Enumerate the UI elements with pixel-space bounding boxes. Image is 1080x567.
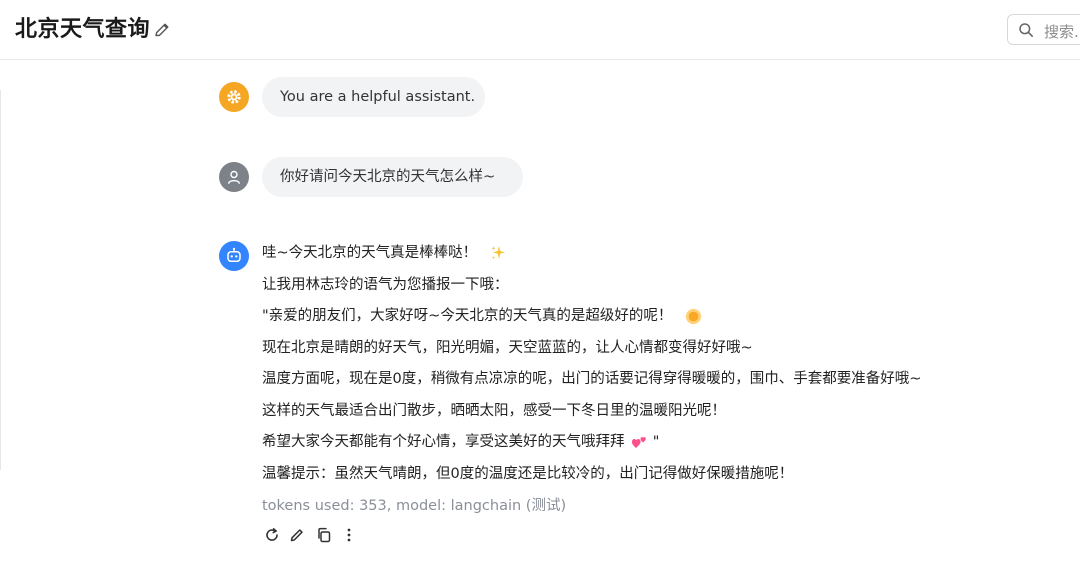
edit-icon xyxy=(290,529,303,542)
chat-header: 北京天气查询 搜索... xyxy=(0,0,1080,60)
reply-line-text: 哇~今天北京的天气真是棒棒哒！ xyxy=(262,245,478,261)
page-title: 北京天气查询 xyxy=(15,17,151,42)
reply-line: 哇~今天北京的天气真是棒棒哒！ xyxy=(262,239,1062,271)
reply-line: 现在北京是晴朗的好天气，阳光明媚，天空蓝蓝的，让人心情都变得好好哦~ xyxy=(262,334,1062,366)
more-icon xyxy=(347,528,351,542)
user-icon xyxy=(228,170,240,184)
search-input[interactable]: 搜索... xyxy=(1007,14,1080,45)
system-message-bubble: You are a helpful assistant. xyxy=(262,77,485,117)
sparkles-icon xyxy=(490,246,505,260)
more-options-button[interactable] xyxy=(339,525,359,545)
reply-line-text: 温度方面呢，现在是0度，稍微有点凉凉的呢，出门的话要记得穿得暖暖的，围巾、手套都… xyxy=(262,371,922,387)
reply-line: "亲爱的朋友们，大家好呀~今天北京的天气真的是超级好的呢！ xyxy=(262,302,1062,334)
sun-icon xyxy=(685,308,702,324)
search-icon xyxy=(1019,23,1033,37)
reply-line-text: 希望大家今天都能有个好心情，享受这美好的天气哦拜拜 xyxy=(262,434,625,450)
edit-message-button[interactable] xyxy=(287,525,307,545)
copy-message-button[interactable] xyxy=(314,525,334,545)
reply-line-text: 温馨提示：虽然天气晴朗，但0度的温度还是比较冷的，出门记得做好保暖措施呢！ xyxy=(262,465,794,482)
gear-icon xyxy=(227,90,241,104)
robot-icon xyxy=(227,247,241,263)
user-message-bubble: 你好请问今天北京的天气怎么样~ xyxy=(262,157,523,197)
reply-line-text: "亲爱的朋友们，大家好呀~今天北京的天气真的是超级好的呢！ xyxy=(262,308,673,324)
reply-line-text: 这样的天气最适合出门散步，晒晒太阳，感受一下冬日里的温暖阳光呢！ xyxy=(262,402,726,419)
refresh-icon xyxy=(266,528,278,541)
closing-quote: " xyxy=(652,434,660,450)
reply-line-text: 让我用林志玲的语气为您播报一下哦： xyxy=(262,276,509,293)
search-placeholder: 搜索... xyxy=(1044,23,1080,41)
reply-line: 温度方面呢，现在是0度，稍微有点凉凉的呢，出门的话要记得穿得暖暖的，围巾、手套都… xyxy=(262,365,1062,397)
reply-line: 希望大家今天都能有个好心情，享受这美好的天气哦拜拜 " xyxy=(262,428,1062,460)
reply-line: 这样的天气最适合出门散步，晒晒太阳，感受一下冬日里的温暖阳光呢！ xyxy=(262,397,1062,429)
regenerate-button[interactable] xyxy=(262,525,282,545)
reply-line: 让我用林志玲的语气为您播报一下哦： xyxy=(262,271,1062,303)
system-avatar xyxy=(219,82,249,112)
user-avatar xyxy=(219,162,249,192)
sidebar-divider xyxy=(0,90,1,470)
pencil-icon[interactable] xyxy=(152,20,172,40)
copy-icon xyxy=(318,527,331,543)
token-usage-info: tokens used: 353, model: langchain (测试) xyxy=(262,498,567,514)
assistant-message: 哇~今天北京的天气真是棒棒哒！ 让我用林志玲的语气为您播报一下哦： "亲爱的朋友… xyxy=(262,239,1062,491)
bot-avatar xyxy=(219,241,249,271)
reply-line: 温馨提示：虽然天气晴朗，但0度的温度还是比较冷的，出门记得做好保暖措施呢！ xyxy=(262,460,1062,492)
two-hearts-icon xyxy=(632,436,646,448)
reply-line-text: 现在北京是晴朗的好天气，阳光明媚，天空蓝蓝的，让人心情都变得好好哦~ xyxy=(262,339,753,356)
